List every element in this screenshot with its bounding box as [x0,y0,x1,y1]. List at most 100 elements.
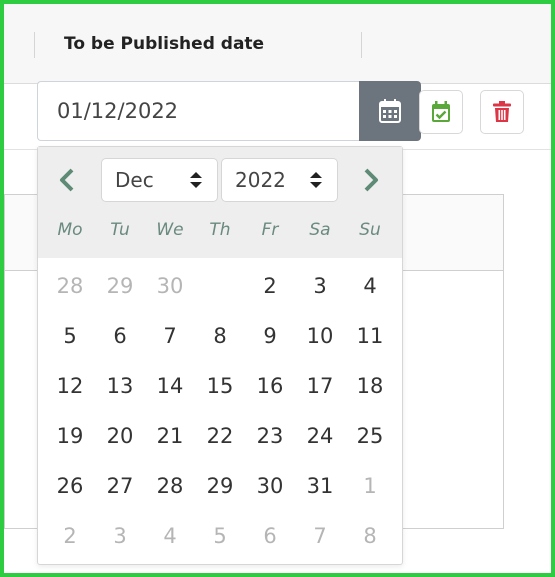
day-cell[interactable]: 25 [345,411,395,461]
day-cell[interactable]: 7 [295,511,345,561]
publish-date-input[interactable] [37,81,362,141]
day-cell[interactable]: 5 [45,311,95,361]
day-cell[interactable]: 30 [245,461,295,511]
day-number: 16 [256,374,284,398]
day-cell[interactable]: 17 [295,361,345,411]
day-number: 3 [313,274,327,298]
confirm-date-button[interactable] [419,90,463,134]
day-cell[interactable]: 28 [145,461,195,511]
day-cell[interactable]: 29 [95,261,145,311]
datepicker-header: Dec 2022 Mo Tu We Th Fr Sa Su [38,147,402,258]
day-cell[interactable]: 16 [245,361,295,411]
screenshot-frame: To be Published date 01/12/2022 Dec 2022… [0,0,555,577]
day-cell[interactable]: 27 [95,461,145,511]
calendar-check-icon [432,101,450,122]
day-number: 4 [363,274,377,298]
delete-button[interactable] [480,90,524,134]
day-number: 29 [206,474,234,498]
day-cell[interactable]: 9 [245,311,295,361]
day-cell[interactable]: 3 [95,511,145,561]
weekday-label: Th [209,220,231,240]
day-cell[interactable]: 10 [295,311,345,361]
day-number: 17 [306,374,334,398]
day-number: 11 [356,324,384,348]
day-cell[interactable]: 4 [145,511,195,561]
day-number: 2 [63,524,77,548]
day-cell[interactable]: 8 [345,511,395,561]
day-cell[interactable]: 18 [345,361,395,411]
day-cell[interactable]: 6 [245,511,295,561]
prev-month-button[interactable] [52,165,82,195]
day-cell[interactable]: 24 [295,411,345,461]
chevron-right-icon [364,168,378,192]
calendar-icon [379,99,401,123]
day-cell[interactable]: 8 [195,311,245,361]
day-cell[interactable]: 7 [145,311,195,361]
day-cell[interactable]: 6 [95,311,145,361]
day-cell[interactable]: 22 [195,411,245,461]
day-cell[interactable]: 5 [195,511,245,561]
day-number: 15 [206,374,234,398]
day-number: 9 [263,324,277,348]
day-cell[interactable]: 28 [45,261,95,311]
day-cell[interactable]: 13 [95,361,145,411]
day-number: 26 [56,474,84,498]
chevron-left-icon [60,168,74,192]
open-calendar-button[interactable] [359,81,421,141]
day-number: 4 [163,524,177,548]
weekday-label: We [156,220,184,240]
header-separator [34,32,35,58]
column-header-publish-date: To be Published date [64,34,265,54]
day-cell[interactable]: 1 [345,461,395,511]
day-cell[interactable]: 14 [145,361,195,411]
year-select[interactable]: 2022 [221,158,338,202]
day-number: 22 [206,424,234,448]
weekday-label: Sa [309,220,331,240]
day-number: 20 [106,424,134,448]
header-separator [361,32,362,58]
day-cell[interactable]: 20 [95,411,145,461]
weekday-label: Tu [110,220,130,240]
day-cell[interactable]: 2 [245,261,295,311]
day-number: 27 [106,474,134,498]
sort-caret-icon [310,172,322,188]
day-number: 19 [56,424,84,448]
day-number: 29 [106,274,134,298]
weekday-label: Fr [261,220,279,240]
day-number: 6 [263,524,277,548]
day-number: 3 [113,524,127,548]
day-cell-selected[interactable]: 1 [195,261,245,311]
day-number: 10 [306,324,334,348]
datepicker-popup: Dec 2022 Mo Tu We Th Fr Sa Su 28 29 30 1… [37,146,403,565]
day-cell[interactable]: 21 [145,411,195,461]
day-number: 5 [63,324,77,348]
day-number: 1 [213,274,227,298]
day-number: 21 [156,424,184,448]
day-number: 24 [306,424,334,448]
day-cell[interactable]: 11 [345,311,395,361]
day-cell[interactable]: 12 [45,361,95,411]
day-cell[interactable]: 3 [295,261,345,311]
day-number: 5 [213,524,227,548]
month-select[interactable]: Dec [101,158,218,202]
next-month-button[interactable] [356,165,386,195]
day-cell[interactable]: 29 [195,461,245,511]
day-cell[interactable]: 23 [245,411,295,461]
weekday-label: Su [359,220,381,240]
day-cell[interactable]: 26 [45,461,95,511]
day-number: 8 [213,324,227,348]
day-number: 1 [363,474,377,498]
day-number: 25 [356,424,384,448]
day-cell[interactable]: 15 [195,361,245,411]
day-cell[interactable]: 31 [295,461,345,511]
day-cell[interactable]: 2 [45,511,95,561]
day-number: 13 [106,374,134,398]
table-header-row: To be Published date [4,4,551,84]
sort-caret-icon [190,172,202,188]
day-cell[interactable]: 30 [145,261,195,311]
month-select-value: Dec [115,168,154,192]
day-cell[interactable]: 4 [345,261,395,311]
day-number: 23 [256,424,284,448]
day-cell[interactable]: 19 [45,411,95,461]
day-number: 30 [256,474,284,498]
